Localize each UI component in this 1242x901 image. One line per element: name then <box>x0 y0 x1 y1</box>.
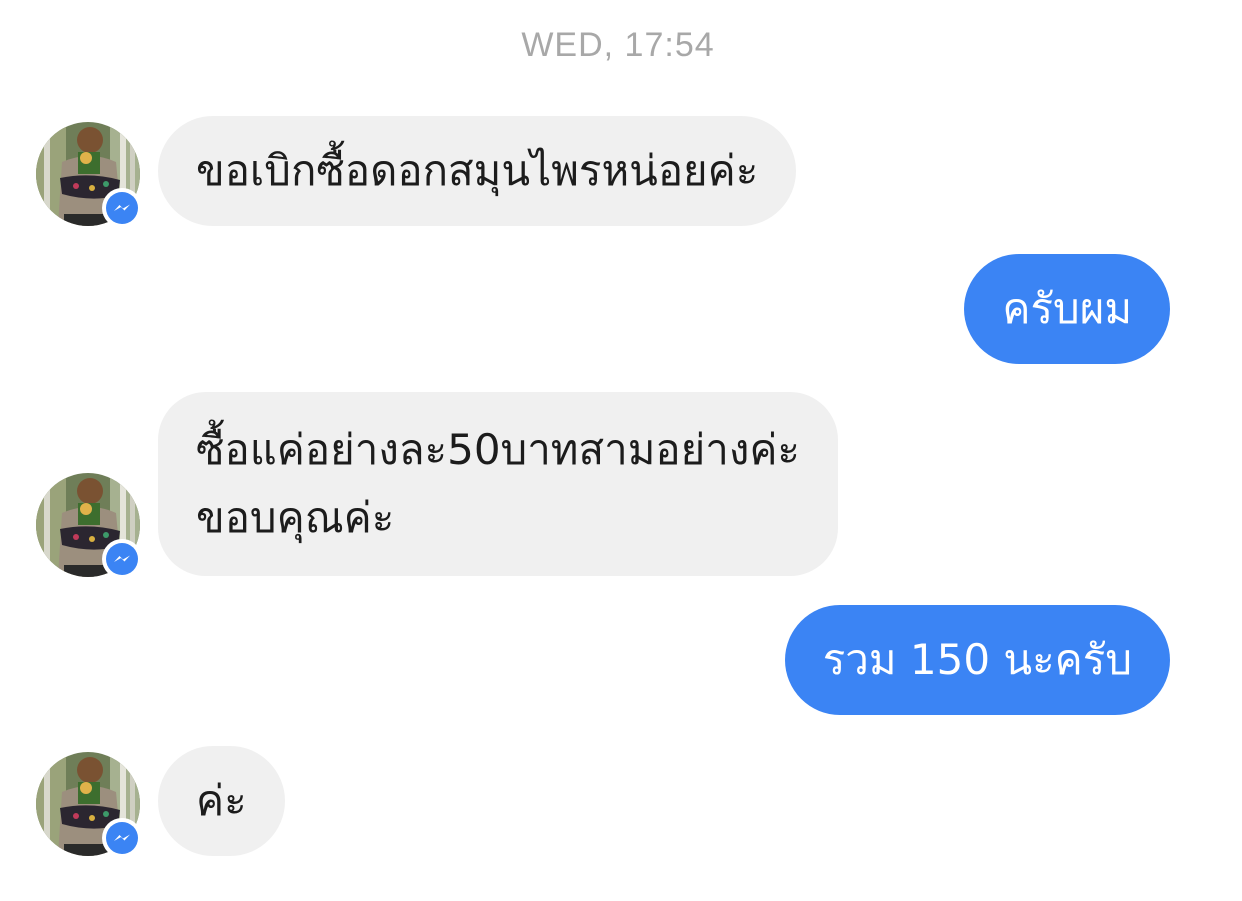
message-bubble-incoming[interactable]: ขอเบิกซื้อดอกสมุนไพรหน่อยค่ะ <box>158 116 797 226</box>
message-text: ค่ะ <box>196 776 247 825</box>
message-bubble-outgoing[interactable]: ครับผม <box>964 254 1170 364</box>
sender-avatar[interactable] <box>36 473 142 579</box>
sender-avatar[interactable] <box>36 122 142 228</box>
conversation-timestamp: WED, 17:54 <box>521 26 715 64</box>
messenger-badge <box>102 818 142 858</box>
sender-avatar[interactable] <box>36 752 142 858</box>
messenger-badge <box>102 188 142 228</box>
messenger-icon <box>106 822 138 854</box>
message-text: ซื้อแค่อย่างละ50บาทสามอย่างค่ะ <box>196 425 800 474</box>
message-text: ขอบคุณค่ะ <box>196 493 395 542</box>
message-text: ครับผม <box>1002 284 1132 333</box>
message-bubble-incoming[interactable]: ซื้อแค่อย่างละ50บาทสามอย่างค่ะ ขอบคุณค่ะ <box>158 392 838 576</box>
message-bubble-incoming[interactable]: ค่ะ <box>158 746 285 856</box>
message-bubble-outgoing[interactable]: รวม 150 นะครับ <box>784 605 1170 715</box>
messenger-badge <box>102 539 142 579</box>
message-text: ขอเบิกซื้อดอกสมุนไพรหน่อยค่ะ <box>196 146 759 195</box>
message-text: รวม 150 นะครับ <box>822 635 1132 684</box>
messenger-icon <box>106 543 138 575</box>
messenger-icon <box>106 192 138 224</box>
